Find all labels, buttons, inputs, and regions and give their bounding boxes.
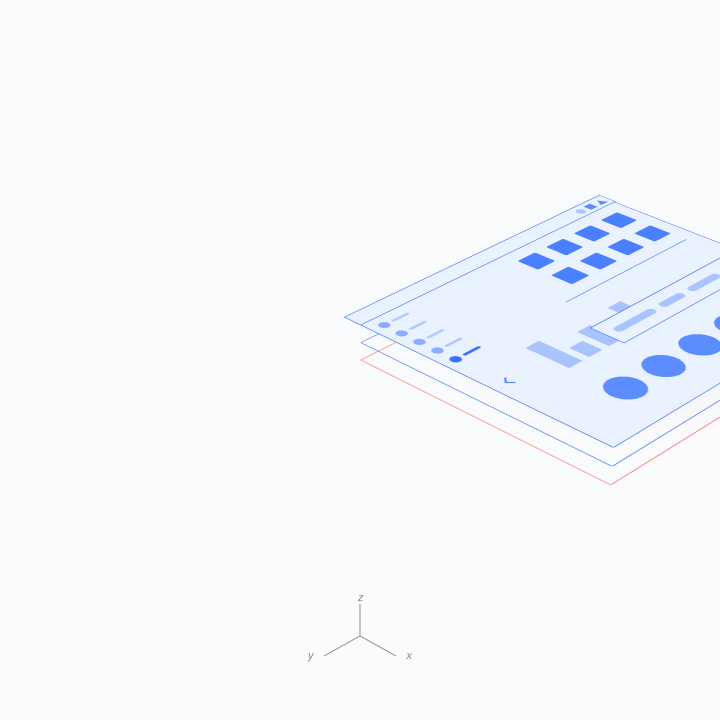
dot-icon xyxy=(393,329,410,337)
grid-tile[interactable] xyxy=(551,267,589,285)
dot-icon xyxy=(447,355,465,364)
toolbar-placeholder xyxy=(657,292,688,308)
sidebar-label-placeholder xyxy=(426,329,446,339)
sidebar-label-placeholder xyxy=(391,312,411,322)
dot-icon xyxy=(376,321,393,329)
axis-y-label: y xyxy=(308,650,314,662)
dot-icon xyxy=(411,338,428,347)
chevron-left-icon[interactable] xyxy=(504,378,515,383)
grid-tile[interactable] xyxy=(634,225,671,241)
circle-icon xyxy=(573,208,587,214)
grid-tile[interactable] xyxy=(580,252,618,269)
avatar-circle[interactable] xyxy=(632,351,694,382)
dot-icon xyxy=(429,346,447,355)
sidebar-label-placeholder xyxy=(444,337,464,347)
layer-ui-panel xyxy=(360,202,720,448)
grid-tile[interactable] xyxy=(607,239,644,256)
grid-tile[interactable] xyxy=(546,239,583,256)
axis-gizmo: z x y xyxy=(300,596,420,676)
grid-tile[interactable] xyxy=(518,252,556,269)
avatar-circle[interactable] xyxy=(670,330,720,360)
axis-x-label: x xyxy=(407,650,413,662)
triangle-icon xyxy=(593,199,608,205)
sidebar-label-placeholder xyxy=(462,346,482,356)
toolbar-placeholder xyxy=(685,273,720,292)
grid-tile[interactable] xyxy=(601,212,637,228)
square-icon xyxy=(583,204,597,210)
axis-z-label: z xyxy=(358,592,364,604)
avatar-circle[interactable] xyxy=(594,372,657,404)
grid-tile[interactable] xyxy=(574,225,611,241)
chart-bar xyxy=(569,341,602,357)
sidebar-label-placeholder xyxy=(408,321,428,331)
